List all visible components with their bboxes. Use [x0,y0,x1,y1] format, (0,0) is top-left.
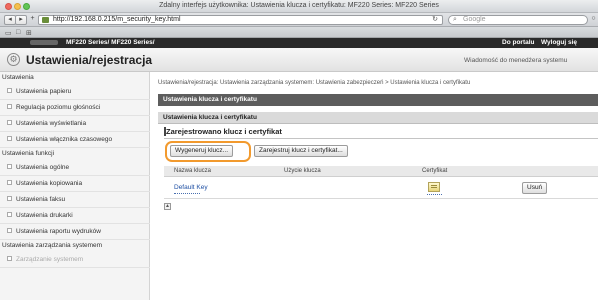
page-title: Ustawienia/rejestracja [26,53,153,67]
link-underline [427,194,442,195]
window-titlebar: Zdalny interfejs użytkownika: Ustawienia… [0,0,598,13]
bullet-icon [7,228,12,233]
arrow-up-icon[interactable]: ▲ [164,203,171,210]
site-favicon-icon [42,17,49,23]
panel-header: Ustawienia klucza i certyfikatu [158,112,598,124]
generate-key-button[interactable]: Wygeneruj klucz... [170,145,234,157]
key-name-link[interactable]: Default Key [174,184,208,191]
register-key-certificate-button[interactable]: Zarejestruj klucz i certyfikat... [254,145,348,157]
reader-icon[interactable]: □ [16,29,20,36]
sidebar-section-settings[interactable]: Ustawienia [2,74,34,81]
sidebar-item-display[interactable]: Ustawienia wyświetlania [0,116,150,132]
search-icon: ⌕ [453,16,457,23]
bullet-icon [7,104,12,109]
page-header: ⚙ Ustawienia/rejestracja Wiadomość do me… [0,48,598,72]
sidebar-item-label: Ustawienia drukarki [16,212,73,219]
sidebar-item-label: Ustawienia faksu [16,196,66,203]
bullet-icon [7,120,12,125]
sidebar-item-label: Zarządzanie systemem [16,256,84,263]
certificate-icon[interactable] [428,182,440,192]
sidebar: Ustawienia Ustawienia papieru Regulacja … [0,72,150,300]
product-logo [30,40,58,45]
sidebar-item-timer[interactable]: Ustawienia włącznika czasowego [0,132,150,148]
forward-arrow-icon[interactable]: ▸ [15,15,27,25]
sidebar-item-volume[interactable]: Regulacja poziomu głośności [0,100,150,116]
section-divider [164,138,598,139]
sidebar-item-label: Ustawienia raportu wydruków [16,228,101,235]
delete-button[interactable]: Usuń [522,182,548,194]
reload-icon[interactable]: ↻ [432,16,438,24]
add-tab-button[interactable]: + [28,15,37,25]
download-icon[interactable]: ○ [590,15,597,25]
sidebar-item-label: Ustawienia włącznika czasowego [16,136,113,143]
sidebar-item-print-report[interactable]: Ustawienia raportu wydruków [0,224,150,240]
device-header-bar: MF220 Series/ MF220 Series/ Do portalu W… [0,38,598,48]
gear-icon: ⚙ [7,53,20,66]
grid-icon[interactable]: ⊞ [26,29,32,37]
message-to-admin-link[interactable]: Wiadomość do menedżera systemu [464,57,567,64]
sidebar-item-label: Ustawienia kopiowania [16,180,83,187]
link-underline [174,193,200,194]
bullet-icon [7,196,12,201]
sidebar-section-management[interactable]: Ustawienia zarządzania systemem [2,242,102,249]
bullet-icon [7,136,12,141]
column-key-name: Nazwa klucza [174,168,212,174]
bullet-icon [7,88,12,93]
sidebar-item-system-management[interactable]: Zarządzanie systemem [0,252,150,268]
sidebar-item-fax[interactable]: Ustawienia faksu [0,192,150,208]
sidebar-item-label: Regulacja poziomu głośności [16,104,101,111]
url-text: http://192.168.0.215/m_security_key.html [53,16,181,23]
bullet-icon [7,164,12,169]
logout-link[interactable]: Wyloguj się [541,39,577,46]
sidebar-section-functions[interactable]: Ustawienia funkcji [2,150,54,157]
section-title: Zarejestrowano klucz i certyfikat [166,127,282,136]
search-placeholder: Google [463,16,486,23]
device-model: MF220 Series/ MF220 Series/ [66,39,155,46]
bullet-icon [7,212,12,217]
column-certificate: Certyfikat [422,168,448,174]
bookmarks-bar: ▭ □ ⊞ [0,27,598,38]
window-title: Zdalny interfejs użytkownika: Ustawienia… [159,2,439,9]
bullet-icon [7,180,12,185]
portal-link[interactable]: Do portalu [502,39,535,46]
sidebar-item-printer[interactable]: Ustawienia drukarki [0,208,150,224]
search-field[interactable]: ⌕ Google [448,15,588,25]
table-header: Nazwa klucza Użycie klucza Certyfikat [164,166,598,177]
browser-toolbar: ◂ ▸ + http://192.168.0.215/m_security_ke… [0,13,598,27]
table-row: Default Key Usuń [164,177,598,199]
address-bar[interactable]: http://192.168.0.215/m_security_key.html… [38,15,443,25]
sidebar-toggle-icon[interactable]: ▭ [5,29,12,37]
sidebar-item-label: Ustawienia ogólne [16,164,70,171]
column-key-usage: Użycie klucza [284,168,321,174]
page-section-header: Ustawienia klucza i certyfikatu [158,94,598,106]
sidebar-item-paper[interactable]: Ustawienia papieru [0,84,150,100]
sidebar-item-label: Ustawienia wyświetlania [16,120,87,127]
breadcrumb: Ustawienia/rejestracja: Ustawienia zarzą… [158,80,471,86]
sidebar-item-general[interactable]: Ustawienia ogólne [0,160,150,176]
sidebar-item-copy[interactable]: Ustawienia kopiowania [0,176,150,192]
sidebar-item-label: Ustawienia papieru [16,88,72,95]
bullet-icon [7,256,12,261]
